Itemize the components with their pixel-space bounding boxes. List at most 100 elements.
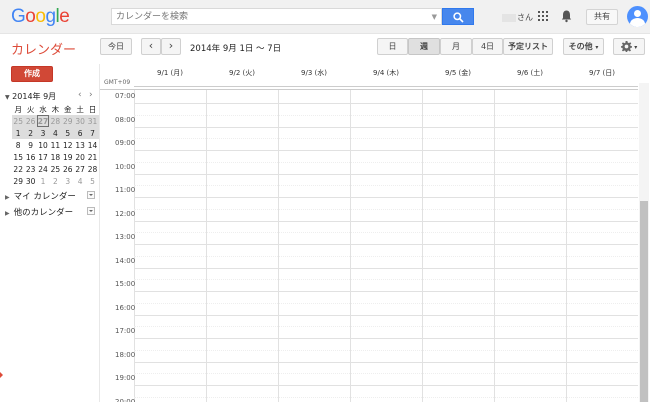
mini-calendar-day[interactable]: 28 bbox=[86, 163, 98, 175]
notification-bell-icon[interactable] bbox=[561, 9, 572, 23]
mini-calendar-day[interactable]: 8 bbox=[12, 139, 24, 151]
mini-calendar-day[interactable]: 28 bbox=[49, 115, 62, 127]
mini-next-month-button[interactable]: › bbox=[89, 90, 93, 100]
hour-label: 16:00 bbox=[115, 303, 136, 312]
mini-calendar-day[interactable]: 29 bbox=[12, 175, 24, 187]
mini-calendar-day[interactable]: 11 bbox=[49, 139, 61, 151]
other-calendars-menu-button[interactable] bbox=[87, 207, 95, 215]
prev-period-button[interactable]: ‹ bbox=[141, 38, 161, 55]
mini-calendar-day[interactable]: 23 bbox=[24, 163, 36, 175]
hour-label: 14:00 bbox=[115, 256, 136, 265]
user-name[interactable]: さん bbox=[502, 12, 533, 23]
my-calendars-label: マイ カレンダー bbox=[13, 192, 76, 202]
mini-calendar-day[interactable]: 20 bbox=[74, 151, 86, 163]
avatar[interactable] bbox=[627, 6, 648, 27]
mini-calendar-day[interactable]: 15 bbox=[12, 151, 24, 163]
mini-calendar-day[interactable]: 10 bbox=[37, 139, 49, 151]
user-name-suffix: さん bbox=[517, 13, 533, 22]
mini-calendar-day[interactable]: 6 bbox=[73, 127, 87, 139]
settings-caret-icon: ▾ bbox=[634, 44, 638, 51]
share-button[interactable]: 共有 bbox=[586, 9, 618, 25]
view-agenda-button[interactable]: 予定リスト bbox=[503, 38, 553, 55]
hour-gridline bbox=[134, 338, 638, 339]
mini-calendar-day[interactable]: 30 bbox=[73, 115, 87, 127]
mini-calendar-day[interactable]: 17 bbox=[37, 151, 49, 163]
weekday-label: 月 bbox=[14, 104, 22, 114]
weekday-label: 木 bbox=[51, 104, 60, 114]
mini-calendar: 月火水木金土日 25 26 27 28 29 30 31 1 2 3 4 5 6 7 8 9 10 11 12 13 14… bbox=[12, 103, 99, 187]
day-column-header[interactable]: 9/4 (木) bbox=[350, 68, 422, 78]
mini-calendar-day[interactable]: 2 bbox=[24, 127, 37, 139]
day-column-header[interactable]: 9/7 (日) bbox=[566, 68, 638, 78]
mini-calendar-day[interactable]: 7 bbox=[86, 127, 99, 139]
mini-calendar-day[interactable]: 27 bbox=[36, 115, 50, 127]
apps-grid-icon[interactable] bbox=[538, 11, 548, 21]
search-box[interactable]: ▼ bbox=[111, 8, 442, 25]
day-column-header[interactable]: 9/3 (水) bbox=[278, 68, 350, 78]
mini-calendar-day[interactable]: 2 bbox=[49, 175, 61, 187]
day-column-header[interactable]: 9/6 (土) bbox=[494, 68, 566, 78]
mini-calendar-day[interactable]: 13 bbox=[74, 139, 86, 151]
search-options-caret-icon[interactable]: ▼ bbox=[432, 13, 437, 21]
day-column-header[interactable]: 9/2 (火) bbox=[206, 68, 278, 78]
mini-calendar-day[interactable]: 27 bbox=[74, 163, 86, 175]
mini-calendar-day[interactable]: 12 bbox=[62, 139, 74, 151]
grid-scrollbar[interactable] bbox=[639, 83, 649, 402]
create-event-button[interactable]: 作成 bbox=[11, 66, 53, 82]
view-week-button[interactable]: 週 bbox=[408, 38, 440, 55]
mini-calendar-header[interactable]: ▼ 2014年 9月 bbox=[5, 91, 56, 102]
view-4days-button[interactable]: 4日 bbox=[472, 38, 503, 55]
other-calendars-section[interactable]: ▶ 他のカレンダー bbox=[5, 206, 73, 218]
mini-calendar-day[interactable]: 25 bbox=[12, 115, 25, 127]
mini-calendar-day[interactable]: 19 bbox=[62, 151, 74, 163]
half-hour-gridline bbox=[134, 302, 638, 304]
view-month-button[interactable]: 月 bbox=[440, 38, 472, 55]
mini-prev-month-button[interactable]: ‹ bbox=[78, 90, 82, 100]
search-input[interactable] bbox=[112, 9, 422, 24]
search-button[interactable] bbox=[442, 8, 474, 25]
mini-calendar-day[interactable]: 5 bbox=[61, 127, 74, 139]
mini-calendar-day[interactable]: 3 bbox=[62, 175, 74, 187]
mini-calendar-day[interactable]: 26 bbox=[62, 163, 74, 175]
google-logo[interactable]: Google bbox=[11, 6, 70, 28]
mini-calendar-day[interactable]: 9 bbox=[24, 139, 36, 151]
weekday-header-row: 月火水木金土日 bbox=[12, 103, 99, 115]
hour-label: 13:00 bbox=[115, 233, 136, 241]
mini-calendar-day[interactable]: 21 bbox=[86, 151, 98, 163]
view-day-button[interactable]: 日 bbox=[377, 38, 408, 55]
hour-gridline bbox=[134, 150, 638, 151]
my-calendars-section[interactable]: ▶ マイ カレンダー bbox=[5, 190, 76, 202]
hour-gridline bbox=[134, 103, 638, 104]
mini-calendar-day[interactable]: 1 bbox=[12, 127, 25, 139]
day-column-header[interactable]: 9/5 (金) bbox=[422, 68, 494, 78]
mini-calendar-day[interactable]: 31 bbox=[86, 115, 99, 127]
next-period-button[interactable]: › bbox=[161, 38, 181, 55]
hours-area[interactable]: 07:00 08:00 09:00 10:00 11:00 12:00 13:00 14:00… bbox=[100, 89, 638, 402]
hour-gridline bbox=[134, 361, 638, 363]
mini-calendar-day[interactable]: 1 bbox=[37, 175, 49, 187]
day-column-divider bbox=[494, 90, 495, 402]
mini-calendar-day[interactable]: 16 bbox=[24, 151, 36, 163]
mini-calendar-day[interactable]: 30 bbox=[24, 175, 36, 187]
hour-gridline bbox=[134, 385, 638, 386]
mini-calendar-day[interactable]: 4 bbox=[49, 127, 62, 139]
mini-calendar-day[interactable]: 29 bbox=[61, 115, 74, 127]
day-column-header[interactable]: 9/1 (月) bbox=[134, 68, 206, 78]
mini-calendar-day[interactable]: 3 bbox=[36, 127, 50, 139]
mini-calendar-day[interactable]: 25 bbox=[49, 163, 61, 175]
my-calendars-menu-button[interactable] bbox=[87, 191, 95, 199]
mini-calendar-day[interactable]: 24 bbox=[37, 163, 49, 175]
mini-calendar-day[interactable]: 18 bbox=[49, 151, 61, 163]
settings-button[interactable]: ▾ bbox=[613, 38, 645, 55]
mini-calendar-week: 22 23 24 25 26 27 28 bbox=[12, 163, 99, 175]
scrollbar-thumb[interactable] bbox=[640, 201, 648, 402]
mini-calendar-day[interactable]: 22 bbox=[12, 163, 24, 175]
mini-calendar-day[interactable]: 4 bbox=[74, 175, 86, 187]
mini-calendar-day[interactable]: 26 bbox=[24, 115, 37, 127]
today-button[interactable]: 今日 bbox=[100, 38, 132, 55]
more-menu-button[interactable]: その他 ▾ bbox=[563, 38, 604, 55]
mini-calendar-day[interactable]: 5 bbox=[86, 175, 98, 187]
mini-calendar-day[interactable]: 14 bbox=[86, 139, 98, 151]
half-hour-gridline bbox=[134, 373, 638, 375]
half-hour-gridline bbox=[134, 138, 638, 140]
